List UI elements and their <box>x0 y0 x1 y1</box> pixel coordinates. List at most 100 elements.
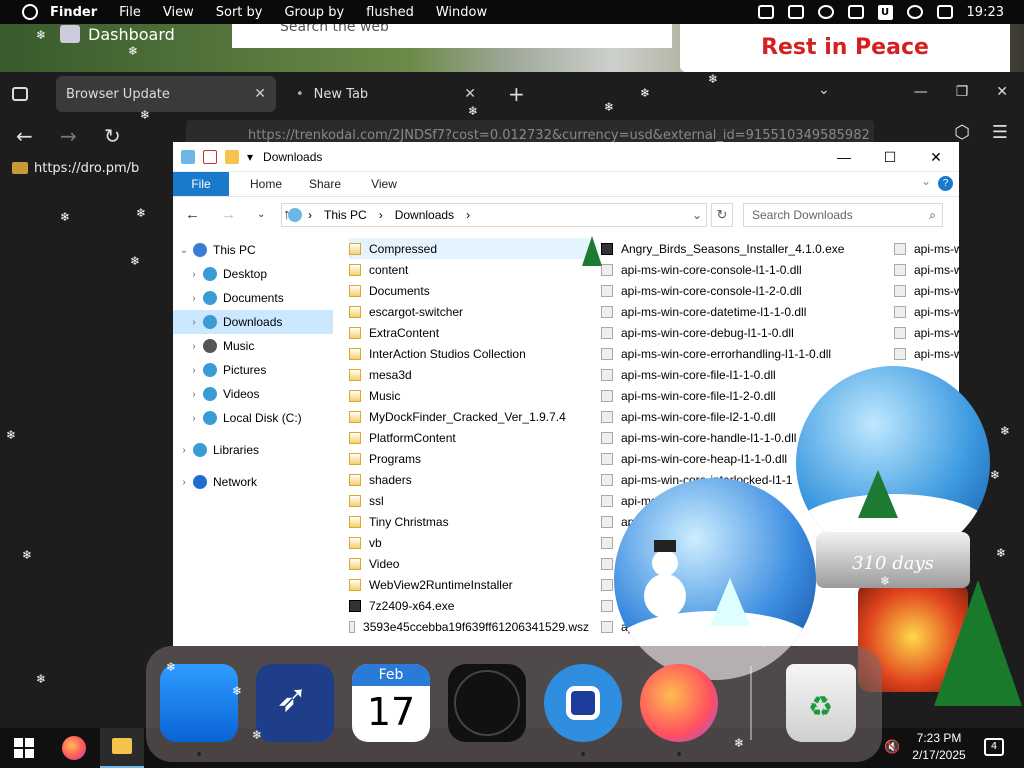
dock-trash-icon[interactable]: ♻ <box>786 664 856 742</box>
list-item[interactable]: WebView2RuntimeInstaller <box>349 574 589 595</box>
chevron-right-icon[interactable]: › <box>185 269 203 280</box>
minimize-icon[interactable]: — <box>914 84 928 100</box>
apple-menu-icon[interactable] <box>22 4 38 20</box>
nav-item[interactable]: › Music <box>173 334 333 358</box>
chevron-right-icon[interactable]: › <box>185 413 203 424</box>
bookmark-link[interactable]: https://dro.pm/b <box>34 161 139 176</box>
search-icon[interactable] <box>906 5 923 19</box>
nav-item[interactable]: › Libraries <box>173 438 333 462</box>
list-item[interactable]: api-ms-win-core-debug-l1-1-0.dll <box>601 322 891 343</box>
chevron-right-icon[interactable]: › <box>185 341 203 352</box>
list-item[interactable]: api-ms-win-core-datetime-l1-1-0.dll <box>601 301 891 322</box>
menu-sort-by[interactable]: Sort by <box>216 5 263 20</box>
ribbon-share-tab[interactable]: Share <box>303 177 347 191</box>
properties-icon[interactable] <box>203 149 217 164</box>
taskbar-clock[interactable]: 7:23 PM 2/17/2025 <box>906 730 972 764</box>
list-item[interactable]: 3593e45ccebba19f639ff61206341529.wsz <box>349 616 589 637</box>
list-item[interactable]: PlatformContent <box>349 427 589 448</box>
menu-icon[interactable]: ☰ <box>992 122 1008 143</box>
list-item[interactable]: mesa3d <box>349 364 589 385</box>
list-item[interactable]: ExtraContent <box>349 322 589 343</box>
chevron-right-icon[interactable]: › <box>185 389 203 400</box>
dock-firefox-icon[interactable] <box>640 664 718 742</box>
list-item[interactable]: api-ms-win-core-console-l1-2-0.dll <box>601 280 891 301</box>
new-folder-icon[interactable] <box>225 149 239 164</box>
extensions-icon[interactable]: ⬡ <box>954 122 970 143</box>
refresh-button[interactable]: ↻ <box>711 203 733 227</box>
menu-file[interactable]: File <box>119 5 141 20</box>
volume-muted-icon[interactable]: 🔇 <box>884 740 900 755</box>
list-item[interactable]: Tiny Christmas <box>349 511 589 532</box>
cloud-icon[interactable] <box>757 5 774 19</box>
list-item[interactable]: api-ms-w <box>894 259 959 280</box>
menu-window[interactable]: Window <box>436 5 487 20</box>
eject-icon[interactable] <box>847 5 864 19</box>
nav-item[interactable]: › Local Disk (C:) <box>173 406 333 430</box>
chevron-right-icon[interactable]: › <box>175 445 193 456</box>
taskbar-firefox-icon[interactable] <box>62 736 86 760</box>
nav-item[interactable]: › Pictures <box>173 358 333 382</box>
menu-flushed[interactable]: flushed <box>366 5 414 20</box>
breadcrumb-sep-icon[interactable]: › <box>308 208 312 222</box>
monitor-icon[interactable] <box>787 5 804 19</box>
back-icon[interactable]: ← <box>16 124 44 148</box>
recent-dropdown-icon[interactable]: ⌄ <box>257 209 271 220</box>
forward-icon[interactable]: → <box>60 124 88 148</box>
list-item[interactable]: Documents <box>349 280 589 301</box>
dock-desktop-icon[interactable] <box>160 664 238 742</box>
list-item[interactable]: shaders <box>349 469 589 490</box>
breadcrumb-sep-icon[interactable]: › <box>379 208 383 222</box>
close-icon[interactable]: ✕ <box>913 142 959 172</box>
list-item[interactable]: escargot-switcher <box>349 301 589 322</box>
new-tab-button[interactable]: + <box>508 82 525 106</box>
chevron-down-icon[interactable]: ⌄ <box>175 245 193 256</box>
dashboard-link[interactable]: Dashboard <box>60 24 175 44</box>
nav-item[interactable]: › Desktop <box>173 262 333 286</box>
chevron-right-icon[interactable]: › <box>175 477 193 488</box>
user-badge[interactable]: U <box>877 4 893 20</box>
ribbon-expand-icon[interactable]: ⌄ <box>921 174 931 188</box>
chevron-right-icon[interactable]: › <box>185 293 203 304</box>
breadcrumb-this-pc[interactable]: This PC <box>324 208 367 222</box>
menu-view[interactable]: View <box>163 5 194 20</box>
back-icon[interactable]: ← <box>185 206 209 223</box>
ribbon-file-tab[interactable]: File <box>173 172 229 196</box>
dock-calendar-icon[interactable]: Feb 17 <box>352 664 430 742</box>
breadcrumb-downloads[interactable]: Downloads <box>395 208 454 222</box>
list-item[interactable]: api-ms-w <box>894 343 959 364</box>
chevron-right-icon[interactable]: › <box>185 365 203 376</box>
list-item[interactable]: Music <box>349 385 589 406</box>
menu-app-name[interactable]: Finder <box>50 5 97 20</box>
nav-item[interactable]: ⌄ This PC <box>173 238 333 262</box>
chevron-down-icon[interactable]: ⌄ <box>818 82 830 98</box>
dock-clock-icon[interactable] <box>448 664 526 742</box>
list-item[interactable]: 7z2409-x64.exe <box>349 595 589 616</box>
mute-icon[interactable] <box>817 5 834 19</box>
list-item[interactable]: api-ms-w <box>894 280 959 301</box>
nav-item[interactable]: › Documents <box>173 286 333 310</box>
list-item[interactable]: InterAction Studios Collection <box>349 343 589 364</box>
list-item[interactable]: vb <box>349 532 589 553</box>
ribbon-view-tab[interactable]: View <box>362 177 406 191</box>
list-item[interactable]: api-ms-w <box>894 322 959 343</box>
web-search-bar[interactable]: Search the web <box>232 24 672 48</box>
breadcrumb-sep-icon[interactable]: › <box>466 208 470 222</box>
list-item[interactable]: api-ms-win-core-errorhandling-l1-1-0.dll <box>601 343 891 364</box>
close-tab-icon[interactable]: ✕ <box>464 86 476 102</box>
address-bar[interactable]: › This PC › Downloads › ⌄ <box>281 203 707 227</box>
chevron-right-icon[interactable]: › <box>185 317 203 328</box>
ribbon-home-tab[interactable]: Home <box>244 177 288 191</box>
menu-group-by[interactable]: Group by <box>284 5 344 20</box>
nav-item[interactable]: › Network <box>173 470 333 494</box>
address-dropdown-icon[interactable]: ⌄ <box>692 208 702 222</box>
nav-item[interactable]: › Downloads <box>173 310 333 334</box>
menubar-clock[interactable]: 19:23 <box>967 5 1004 20</box>
start-button[interactable] <box>14 738 34 758</box>
list-item[interactable]: api-ms-w <box>894 238 959 259</box>
notification-center-icon[interactable]: 4 <box>984 738 1004 756</box>
dock-launchpad-icon[interactable]: ➶ <box>256 664 334 742</box>
control-center-icon[interactable] <box>936 5 953 19</box>
help-icon[interactable]: ? <box>938 176 953 191</box>
list-item[interactable]: Programs <box>349 448 589 469</box>
close-tab-icon[interactable]: ✕ <box>254 86 266 102</box>
